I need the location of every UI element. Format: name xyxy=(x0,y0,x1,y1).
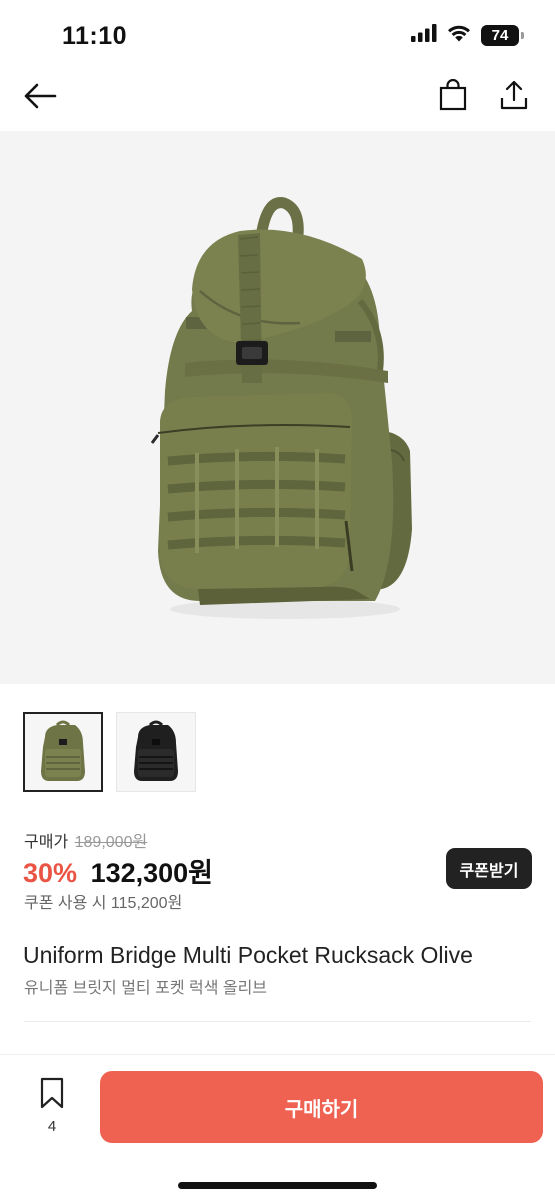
shopping-bag-icon xyxy=(438,78,468,116)
thumbnail-black-image xyxy=(134,720,178,781)
back-button[interactable] xyxy=(20,80,60,116)
cart-button[interactable] xyxy=(434,78,472,116)
battery-icon: 74 xyxy=(481,25,524,46)
original-price: 189,000원 xyxy=(74,834,148,851)
bookmark-icon xyxy=(38,1077,66,1114)
thumbnail-black[interactable] xyxy=(116,712,196,792)
price-label-row: 구매가 189,000원 xyxy=(24,828,147,852)
wifi-icon xyxy=(447,24,471,47)
divider xyxy=(24,1021,531,1022)
coupon-price: 쿠폰 사용 시 115,200원 xyxy=(24,895,183,912)
nav-bar xyxy=(0,68,555,130)
product-title: Uniform Bridge Multi Pocket Rucksack Oli… xyxy=(23,942,473,968)
back-arrow-icon xyxy=(23,83,57,114)
bottom-action-bar: 4 구매하기 xyxy=(0,1054,555,1200)
sale-price: 132,300원 xyxy=(90,858,214,888)
bookmark-button[interactable]: 4 xyxy=(30,1077,74,1137)
backpack-illustration xyxy=(150,197,412,619)
thumbnail-list xyxy=(23,712,196,792)
price-row: 30% 132,300원 xyxy=(23,851,213,890)
product-detail-page: 11:10 74 구매가 189,000원 30% 132,300원 쿠폰 사용… xyxy=(0,0,555,1200)
share-icon xyxy=(499,79,529,116)
discount-rate: 30% xyxy=(23,858,78,888)
price-label: 구매가 xyxy=(24,834,69,851)
status-bar: 11:10 74 xyxy=(0,0,555,68)
home-indicator xyxy=(178,1182,377,1189)
product-image[interactable] xyxy=(0,131,555,684)
status-icons: 74 xyxy=(411,24,524,47)
cellular-signal-icon xyxy=(411,24,437,47)
bookmark-count: 4 xyxy=(47,1118,57,1135)
thumbnail-olive-image xyxy=(41,720,85,781)
coupon-button[interactable]: 쿠폰받기 xyxy=(446,848,532,889)
battery-level: 74 xyxy=(491,27,509,44)
product-title-korean: 유니폼 브릿지 멀티 포켓 럭색 올리브 xyxy=(24,980,268,997)
status-time: 11:10 xyxy=(62,22,128,50)
thumbnail-olive[interactable] xyxy=(23,712,103,792)
share-button[interactable] xyxy=(495,78,533,116)
battery-tip xyxy=(521,32,524,39)
buy-button[interactable]: 구매하기 xyxy=(100,1071,543,1143)
